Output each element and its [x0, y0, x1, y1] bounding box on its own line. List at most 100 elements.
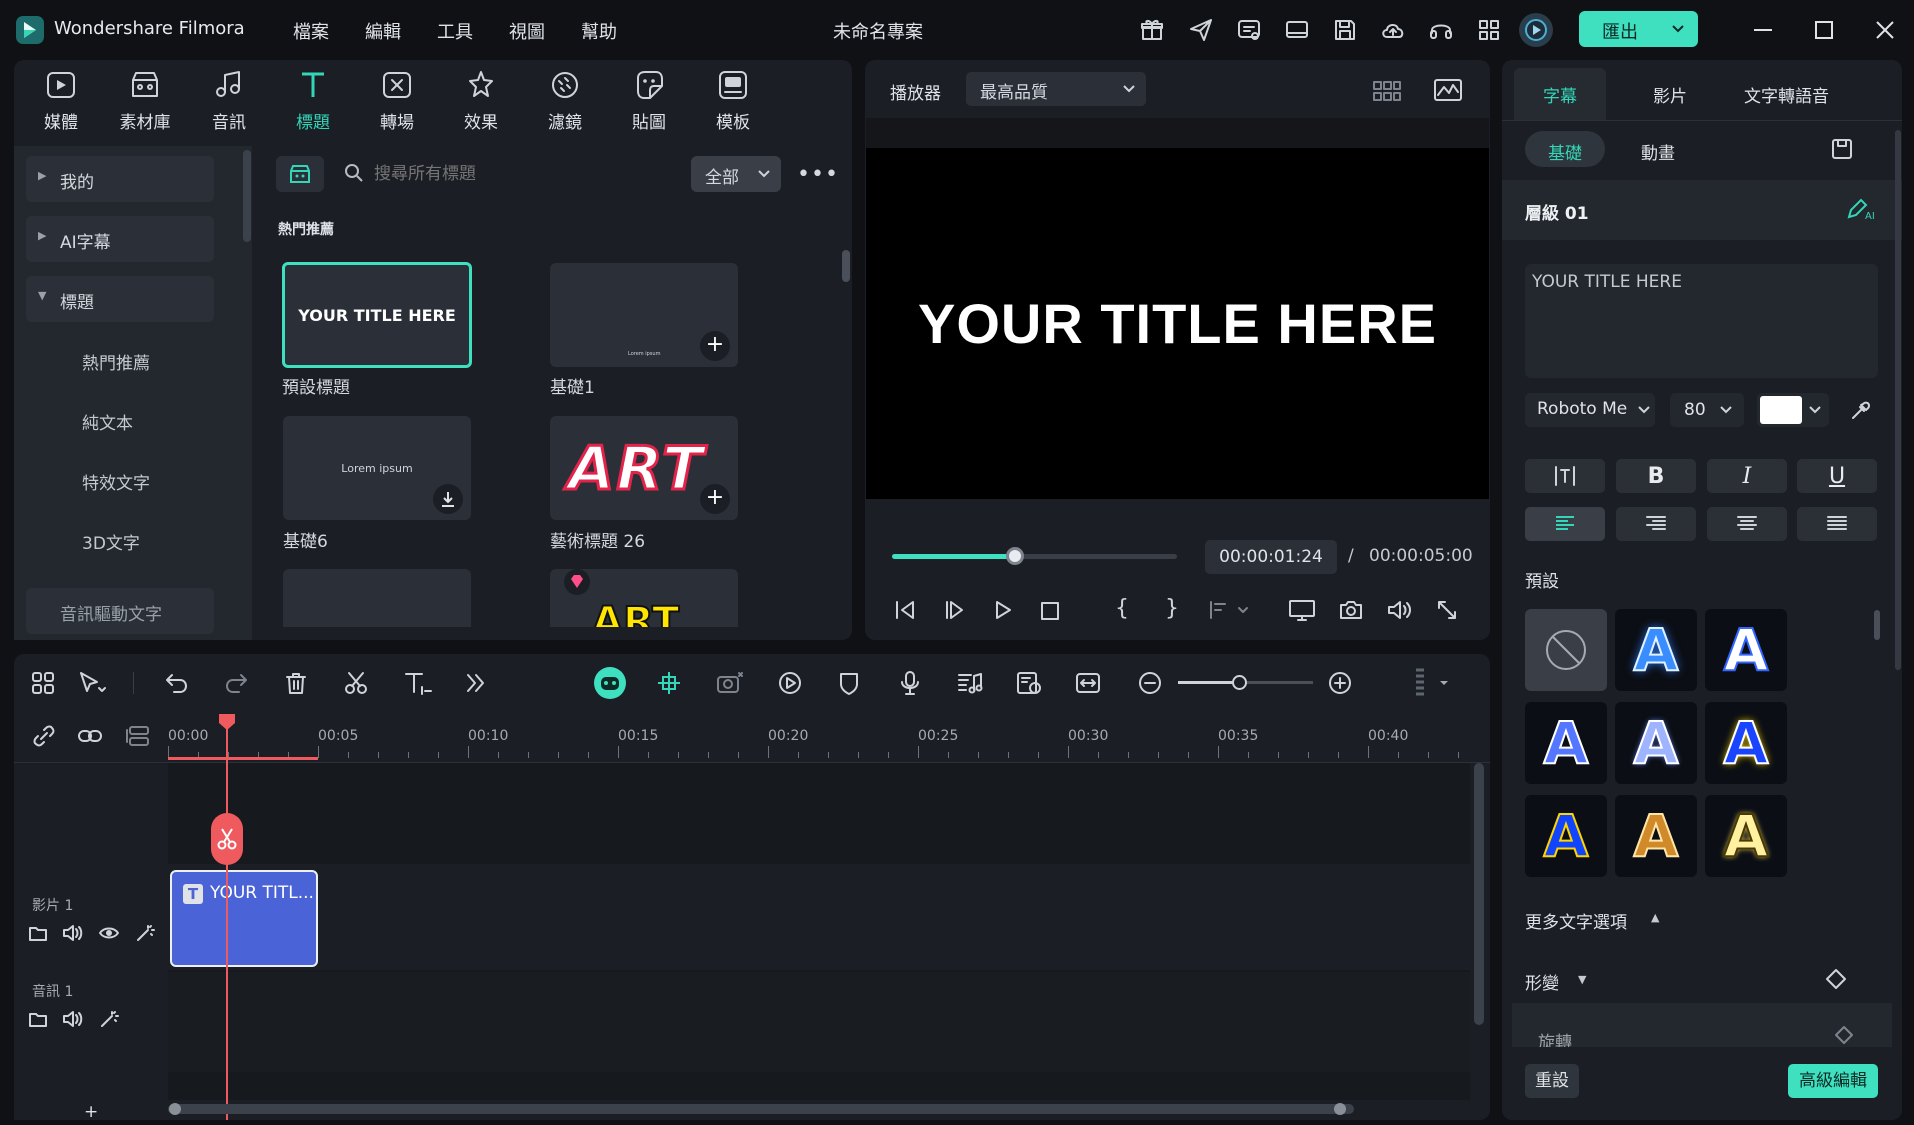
title-thumb-default[interactable]: YOUR TITLE HERE — [282, 262, 472, 368]
undo-icon[interactable] — [164, 670, 190, 696]
gift-icon[interactable] — [1139, 17, 1165, 43]
auto-reframe-icon[interactable] — [715, 670, 745, 696]
sidebar-item-titles[interactable]: ▼ 標題 — [26, 276, 214, 322]
title-thumb-art-partial[interactable]: ART — [550, 569, 738, 627]
track-effects-icon[interactable] — [134, 924, 156, 942]
menu-file[interactable]: 檔案 — [293, 18, 329, 44]
preview-canvas[interactable]: YOUR TITLE HERE — [866, 148, 1489, 499]
presets-scrollbar[interactable] — [1874, 610, 1880, 640]
grid-view-icon[interactable] — [1372, 80, 1402, 102]
timeline-horizontal-scrollbar[interactable] — [168, 1103, 1354, 1115]
fit-timeline-icon[interactable] — [1075, 670, 1101, 696]
library-scrollbar[interactable] — [842, 250, 850, 282]
align-right-button[interactable] — [1616, 507, 1696, 541]
preset-gold-outline[interactable]: A — [1525, 795, 1607, 877]
select-tool-icon[interactable] — [77, 670, 107, 696]
underline-button[interactable]: U — [1797, 459, 1877, 493]
zoom-out-icon[interactable] — [1138, 671, 1162, 695]
tab-effects[interactable]: 效果 — [446, 68, 516, 133]
snapshot-icon[interactable] — [1338, 598, 1364, 622]
cloud-upload-icon[interactable] — [1380, 17, 1406, 43]
folder-icon[interactable] — [28, 924, 48, 942]
preset-none[interactable] — [1525, 609, 1607, 691]
menu-help[interactable]: 幫助 — [581, 18, 617, 44]
close-icon[interactable] — [1875, 20, 1895, 40]
unlink-icon[interactable] — [32, 724, 56, 748]
tab-media[interactable]: 媒體 — [26, 68, 96, 133]
preset-soft-blue[interactable]: A — [1615, 702, 1697, 784]
preset-blue-outline[interactable]: A — [1705, 609, 1787, 691]
font-dropdown[interactable]: Roboto Me — [1525, 393, 1655, 427]
split-icon[interactable] — [343, 670, 369, 696]
title-thumb-partial[interactable] — [283, 569, 471, 627]
align-center-button[interactable] — [1707, 507, 1787, 541]
avatar[interactable] — [1519, 13, 1553, 47]
scrollbar-end-handle[interactable] — [1334, 1103, 1346, 1115]
tab-titles[interactable]: 標題 — [278, 68, 348, 133]
store-button[interactable] — [276, 156, 324, 192]
menu-tools[interactable]: 工具 — [437, 18, 473, 44]
menu-edit[interactable]: 編輯 — [365, 18, 401, 44]
fullscreen-icon[interactable] — [1435, 598, 1459, 622]
current-timecode[interactable]: 00:00:01:24 — [1205, 540, 1337, 574]
text-tool-icon[interactable] — [403, 670, 433, 696]
advanced-edit-button[interactable]: 高級編輯 — [1788, 1064, 1878, 1098]
zoom-slider[interactable] — [1178, 675, 1313, 690]
more-options-icon[interactable]: ••• — [797, 162, 839, 187]
audio-beat-icon[interactable] — [956, 670, 984, 696]
transform-label[interactable]: 形變 — [1525, 969, 1559, 994]
apps-grid-icon[interactable] — [1476, 17, 1502, 43]
sidebar-scrollbar[interactable] — [243, 150, 251, 242]
keyframe-icon[interactable] — [1825, 968, 1847, 990]
inspector-scrollbar[interactable] — [1895, 130, 1901, 670]
timeline-ruler[interactable] — [168, 704, 1478, 758]
layout-icon[interactable] — [30, 670, 56, 696]
tab-captions[interactable]: 字幕 — [1514, 68, 1606, 120]
track-volume-icon[interactable] — [62, 1010, 84, 1028]
tab-transitions[interactable]: 轉場 — [362, 68, 432, 133]
preset-white-stroke[interactable]: A — [1525, 702, 1607, 784]
playback-scrubber[interactable] — [892, 547, 1177, 565]
add-track-button[interactable]: + — [84, 1102, 98, 1122]
scrubber-handle[interactable] — [1005, 547, 1024, 565]
mark-in-icon[interactable]: { — [1115, 596, 1129, 621]
headset-icon[interactable] — [1428, 17, 1454, 43]
align-left-button[interactable] — [1525, 507, 1605, 541]
tab-stock[interactable]: 素材庫 — [110, 68, 180, 133]
playhead-handle[interactable] — [218, 713, 236, 731]
timeline-vertical-scrollbar[interactable] — [1474, 763, 1484, 1025]
sidebar-sub-plain-text[interactable]: 純文本 — [82, 409, 133, 434]
scrollbar-start-handle[interactable] — [169, 1103, 181, 1115]
preset-blue-glow[interactable]: A — [1615, 609, 1697, 691]
mark-out-icon[interactable]: } — [1165, 596, 1179, 621]
volume-icon[interactable] — [1386, 598, 1412, 622]
size-dropdown[interactable]: 80 — [1670, 393, 1744, 427]
play-icon[interactable] — [991, 598, 1015, 622]
tab-stickers[interactable]: 貼圖 — [614, 68, 684, 133]
sidebar-item-ai-captions[interactable]: ▶ AI字幕 — [26, 216, 214, 262]
microphone-icon[interactable] — [897, 670, 923, 696]
display-icon[interactable] — [1288, 598, 1316, 624]
zoom-slider-handle[interactable] — [1231, 675, 1247, 690]
tab-audio[interactable]: 音訊 — [194, 68, 264, 133]
timeline-view-icon[interactable] — [1412, 666, 1452, 700]
color-picker[interactable] — [1757, 393, 1829, 427]
track-volume-icon[interactable] — [62, 924, 84, 942]
subtab-basic[interactable]: 基礎 — [1525, 131, 1605, 167]
sidebar-item-mine[interactable]: ▶ 我的 — [26, 156, 214, 202]
title-thumb-basic1[interactable]: Lorem ipsum + — [550, 263, 738, 367]
audio-track-lane[interactable] — [168, 972, 1470, 1072]
justify-button[interactable] — [1797, 507, 1877, 541]
playhead-split-button[interactable] — [211, 813, 243, 865]
mask-icon[interactable] — [836, 670, 862, 696]
ai-assistant-icon[interactable] — [594, 667, 626, 699]
scope-icon[interactable] — [1433, 78, 1463, 104]
title-thumb-basic6[interactable]: Lorem ipsum — [283, 416, 471, 520]
preset-orange[interactable]: A — [1615, 795, 1697, 877]
redo-icon[interactable] — [223, 670, 249, 696]
download-icon[interactable] — [433, 484, 463, 514]
tab-templates[interactable]: 模板 — [698, 68, 768, 133]
save-preset-icon[interactable] — [1830, 137, 1854, 161]
italic-button[interactable]: I — [1707, 459, 1787, 493]
video-track-lane[interactable] — [168, 864, 1470, 970]
